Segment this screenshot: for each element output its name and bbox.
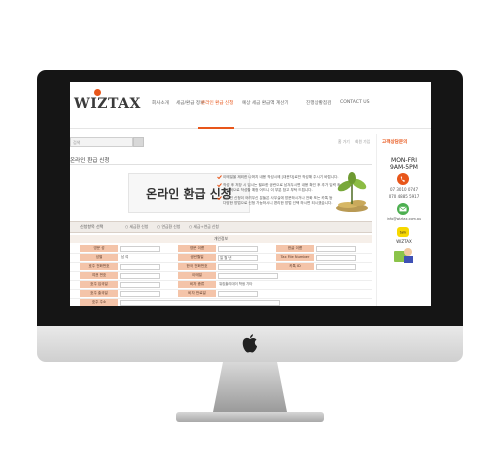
field-label: 영문 이름 [178, 245, 216, 252]
table-row: 영문 성 영문 이름 한글 이름 [70, 245, 372, 254]
field-label: 호주 전화번호 [80, 263, 118, 270]
table-row: 호주 출국일 비자 만료일 [70, 290, 372, 299]
imac-monitor: WIZTAX 회사소개 세금/환급 정보 온라인 환급 신청 예상 세금 환급액… [37, 70, 463, 362]
radio-option[interactable]: ○ 연금환 신청 [157, 224, 180, 230]
sidebar-title: 고객상담문의 [382, 140, 408, 145]
email-icon [397, 203, 409, 215]
hours-days: MON-FRI [391, 157, 417, 164]
gender-radio-group[interactable]: 남 여 [120, 255, 160, 261]
nav-active-indicator [198, 127, 234, 129]
divider [70, 164, 372, 165]
search-button[interactable] [133, 137, 144, 147]
text-field[interactable] [120, 264, 160, 270]
text-field[interactable] [316, 264, 356, 270]
browser-screen: WIZTAX 회사소개 세금/환급 정보 온라인 환급 신청 예상 세금 환급액… [70, 82, 431, 306]
table-row: 성별 남 여 생년월일 일 월 년 Tax File Number [70, 254, 372, 263]
nav-item-contact[interactable]: CONTACT US [340, 100, 370, 105]
field-label: 카톡 ID [276, 263, 314, 270]
radio-option[interactable]: ○ 세금환 신청 [125, 224, 148, 230]
field-label: 이메일 [178, 272, 216, 279]
form-type-label: 신청항목 선택 [80, 224, 104, 229]
svg-text:talk: talk [400, 231, 407, 235]
nav-item-progress[interactable]: 진행상황점검 [306, 100, 331, 106]
field-label: 비자 만료일 [178, 290, 216, 297]
field-label: 영문 성 [80, 245, 118, 252]
table-row: 호주 입국일 비자 종류 워킹홀리데이 학생 기타 [70, 281, 372, 290]
nav-item-online-refund[interactable]: 온라인 환급 신청 [201, 100, 234, 106]
text-field[interactable] [120, 273, 160, 279]
field-label: 성별 [80, 254, 118, 261]
kakao-icon: talk [397, 227, 409, 237]
birthdate-select[interactable]: 일 월 년 [218, 255, 258, 261]
logo-mark-icon [94, 89, 101, 96]
phone-icon [397, 173, 409, 185]
field-label: 호주 주소 [80, 299, 118, 306]
visa-radio-group[interactable]: 워킹홀리데이 학생 기타 [218, 282, 298, 288]
notice-line: 개별적으로 작성할 예정 어드니 이 부분 참고 부탁 드립니다. [223, 188, 313, 192]
site-logo[interactable]: WIZTAX [74, 96, 141, 112]
breadcrumb-current: 회원 가입 [355, 139, 371, 144]
consultant-image [394, 248, 413, 263]
page-title: 온라인 환급 신청 [70, 158, 110, 164]
radio-option-label: 연금환 신청 [161, 224, 181, 229]
text-field[interactable] [316, 246, 356, 252]
kakao-id[interactable]: WIZTAX [382, 239, 426, 244]
radio-option-label: 세금환 신청 [129, 224, 149, 229]
check-icon [217, 196, 222, 200]
apple-logo-icon [242, 334, 257, 353]
search-input[interactable]: 검색 [70, 137, 133, 147]
text-field[interactable] [120, 282, 160, 288]
nav-item-about[interactable]: 회사소개 [152, 100, 169, 106]
text-field[interactable] [120, 291, 160, 297]
breadcrumb-home[interactable]: 홈 가기 [338, 139, 350, 145]
address-field[interactable] [120, 300, 280, 306]
notice-line: 다양한 방법으로 신청 가능하시니 편리한 방법 선택 하시면 되시겠습니다. [223, 201, 333, 205]
phone-number[interactable]: 070 4885 5917 [382, 194, 426, 199]
coin-plant-image [336, 172, 368, 212]
phone-number[interactable]: 07 3010 0747 [382, 187, 426, 192]
text-field[interactable] [120, 246, 160, 252]
field-label: 비자 종류 [178, 281, 216, 288]
field-label: 여권 번호 [80, 272, 118, 279]
text-field[interactable] [316, 255, 356, 261]
field-label: 한글 이름 [276, 245, 314, 252]
check-icon [217, 175, 222, 179]
field-label: Tax File Number [276, 254, 314, 261]
text-field[interactable] [218, 264, 258, 270]
field-label: 호주 출국일 [80, 290, 118, 297]
form-type-bar [70, 221, 372, 233]
table-row: 호주 주소 [70, 299, 372, 306]
text-field[interactable] [218, 246, 258, 252]
field-label: 생년월일 [178, 254, 216, 261]
email-field[interactable] [218, 273, 278, 279]
field-label: 호주 입국일 [80, 281, 118, 288]
email-address[interactable]: info@wiztax.com.au [382, 217, 426, 221]
check-icon [217, 183, 222, 187]
stand-base [176, 412, 324, 422]
section-header: 개인정보 [70, 235, 372, 243]
hours-time: 9AM-5PM [390, 164, 418, 171]
notice-line: 이메일을 제외한 나머지 내용 작성시에 [대문자]로만 작성해 주시기 바랍니… [223, 175, 339, 179]
table-row: 여권 번호 이메일 [70, 272, 372, 281]
radio-option[interactable]: ○ 세금+연금 신청 [189, 224, 219, 230]
nav-item-calculator[interactable]: 예상 세금 환급액 계산기 [242, 100, 289, 106]
field-label: 한국 전화번호 [178, 263, 216, 270]
table-row: 호주 전화번호 한국 전화번호 카톡 ID [70, 263, 372, 272]
radio-option-label: 세금+연금 신청 [193, 224, 219, 229]
text-field[interactable] [218, 291, 258, 297]
